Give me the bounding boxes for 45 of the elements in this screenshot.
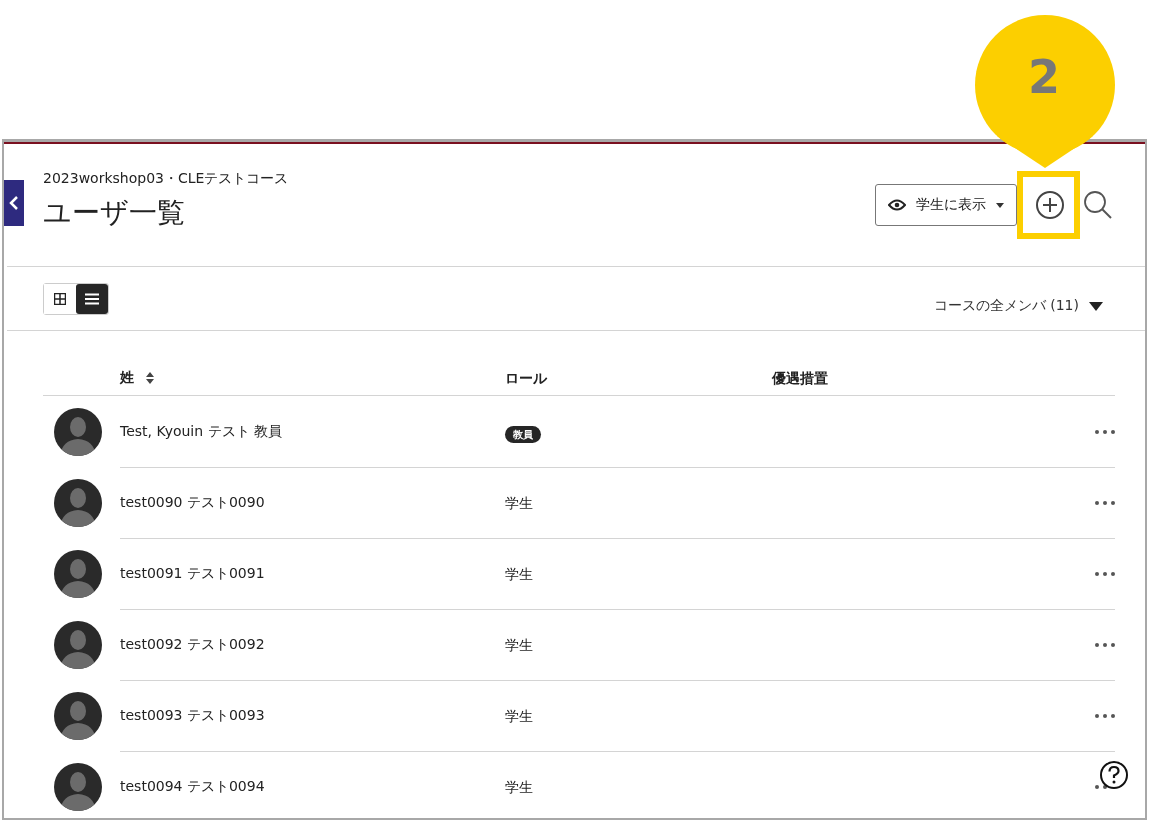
grid-icon (54, 293, 66, 305)
more-icon[interactable] (1095, 572, 1115, 576)
caret-icon (996, 202, 1004, 208)
role-text: 学生 (505, 566, 533, 582)
user-name[interactable]: test0093 テスト0093 (120, 707, 265, 725)
add-icon[interactable] (1035, 190, 1065, 220)
sort-icon[interactable] (146, 372, 154, 384)
more-icon[interactable] (1095, 714, 1115, 718)
role-badge: 教員 (505, 425, 541, 443)
user-name[interactable]: test0091 テスト0091 (120, 565, 265, 583)
column-header[interactable]: 姓 (120, 369, 134, 387)
avatar (54, 408, 102, 456)
more-icon[interactable] (1095, 501, 1115, 505)
more-icon[interactable] (1095, 430, 1115, 434)
breadcrumb[interactable]: 2023workshop03・CLEテストコース (43, 170, 289, 188)
user-name[interactable]: Test, Kyouin テスト 教員 (120, 423, 283, 441)
list-view-button[interactable] (76, 284, 108, 314)
student-view-button[interactable]: 学生に表示 (875, 184, 1017, 226)
role-text: 学生 (505, 708, 533, 724)
column-header: ロール (505, 370, 547, 386)
page-title: ユーザ一覧 (43, 195, 186, 231)
role-text: 学生 (505, 779, 533, 795)
chevron-left-icon (9, 196, 19, 210)
collapse-tab[interactable] (4, 180, 24, 226)
user-name[interactable]: test0090 テスト0090 (120, 494, 265, 512)
column-header: 優遇措置 (772, 370, 828, 386)
avatar (54, 763, 102, 811)
user-name[interactable]: test0092 テスト0092 (120, 636, 265, 654)
caret-icon (1089, 301, 1103, 311)
list-icon (85, 293, 99, 305)
user-name[interactable]: test0094 テスト0094 (120, 778, 265, 796)
step-number: 2 (1028, 50, 1060, 104)
more-icon[interactable] (1095, 785, 1107, 789)
role-text: 学生 (505, 637, 533, 653)
role-text: 学生 (505, 495, 533, 511)
avatar (54, 550, 102, 598)
help-icon[interactable] (1099, 760, 1129, 790)
avatar (54, 692, 102, 740)
search-icon[interactable] (1083, 190, 1113, 220)
highlight-frame (1017, 171, 1080, 239)
avatar (54, 621, 102, 669)
avatar (54, 479, 102, 527)
eye-icon (888, 199, 906, 211)
more-icon[interactable] (1095, 643, 1115, 647)
member-filter-dropdown[interactable]: コースの全メンバ (11) (933, 283, 1103, 315)
